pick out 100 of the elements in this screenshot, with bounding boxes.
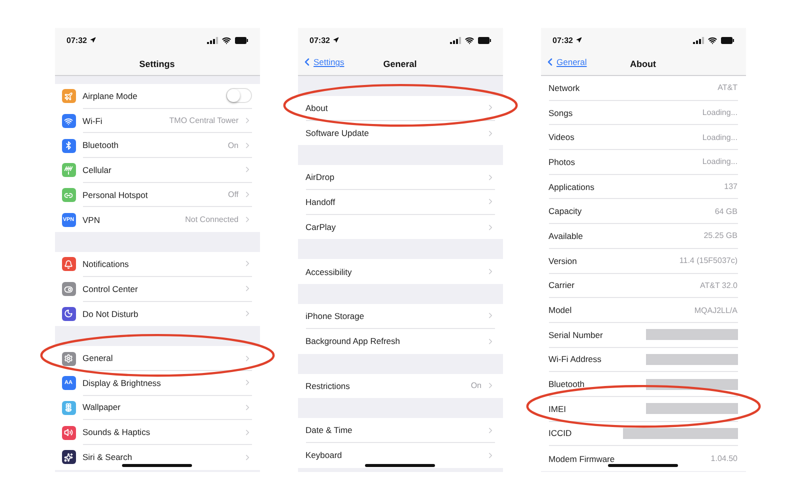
flower-icon [64, 403, 73, 412]
wifi-icon [464, 36, 474, 44]
link-icon [64, 190, 73, 200]
row-value: Loading... [702, 108, 738, 118]
row-value: AT&T 32.0 [700, 280, 738, 290]
row-label: Date & Time [306, 425, 354, 436]
status-time: 07:32 [310, 36, 330, 44]
signal-icon [692, 36, 704, 44]
nav-title: About [630, 58, 656, 68]
row-value: 137 [724, 182, 738, 192]
bluetooth-icon [64, 141, 73, 150]
settings-row[interactable]: Cellular [54, 158, 260, 183]
row-label: Photos [548, 156, 576, 167]
row-label: Siri & Search [82, 452, 134, 462]
row-value: TMO Central Tower [169, 116, 238, 126]
settings-row[interactable]: Personal Hotspot Off [54, 182, 260, 208]
home-indicator [608, 464, 678, 467]
settings-row[interactable]: Restrictions On [298, 374, 502, 398]
signal-icon [450, 36, 460, 44]
wifi-icon [64, 116, 73, 126]
row-value: Not Connected [185, 215, 238, 224]
settings-row[interactable]: Siri & Search [54, 444, 260, 470]
row-value: 64 GB [714, 206, 738, 216]
row-label: Wi-Fi [82, 116, 104, 126]
settings-row[interactable]: Sounds & Haptics [54, 420, 260, 445]
row-label: ICCID [548, 428, 573, 438]
row-label: Cellular [82, 164, 112, 175]
nav-title: Settings [139, 58, 175, 68]
row-label: Available [548, 230, 584, 241]
row-value: 11.4 (15F5037c) [679, 256, 738, 266]
row-label: Wi-Fi Address [548, 354, 602, 364]
settings-row[interactable]: Handoff [298, 190, 502, 215]
row-value: On [470, 381, 482, 390]
row-value: MQAJ2LL/A [694, 306, 738, 315]
back-link[interactable]: General [544, 56, 587, 68]
toggle-switch[interactable] [226, 88, 252, 104]
row-label: Bluetooth [548, 379, 586, 390]
settings-row[interactable]: Do Not Disturb [54, 302, 260, 326]
row-label: Applications [548, 182, 596, 192]
row-value: 1.04.50 [710, 454, 738, 464]
location-icon [576, 37, 582, 43]
settings-row[interactable]: AirDrop [298, 165, 502, 190]
row-label: Network [548, 82, 581, 93]
settings-row[interactable]: Bluetooth On [54, 133, 260, 158]
row-value: Loading... [702, 157, 738, 166]
settings-row[interactable]: Wallpaper [54, 396, 260, 420]
row-label: Serial Number [548, 330, 604, 340]
settings-row[interactable]: Keyboard [298, 442, 502, 468]
row-label: IMEI [548, 404, 567, 414]
back-link[interactable]: Settings [300, 56, 344, 68]
row-label: iPhone Storage [306, 310, 366, 321]
row-label: Handoff [306, 196, 336, 207]
settings-row[interactable]: Notifications [54, 252, 260, 277]
row-label: CarPlay [306, 222, 337, 232]
nav-title: General [383, 58, 417, 68]
settings-row[interactable]: Background App Refresh [298, 328, 502, 354]
speaker-icon [64, 428, 73, 438]
settings-row[interactable]: iPhone Storage [298, 304, 502, 329]
row-label: Sounds & Haptics [82, 427, 152, 438]
status-time: 07:32 [552, 36, 573, 44]
row-label: Videos [548, 132, 576, 142]
home-indicator [122, 464, 192, 467]
row-label: Modem Firmware [548, 454, 616, 464]
signal-icon [206, 36, 218, 44]
row-label: Capacity [548, 206, 583, 216]
antenna-icon [64, 166, 73, 175]
settings-row[interactable]: Wi-Fi TMO Central Tower [54, 108, 260, 134]
settings-row[interactable]: Airplane Mode [54, 84, 260, 109]
row-label: About [306, 102, 329, 113]
settings-row[interactable]: Software Update [298, 120, 502, 146]
row-label: Display & Brightness [82, 378, 162, 388]
airplane-icon [64, 92, 73, 101]
row-label: VPN [82, 214, 101, 225]
row-label: Background App Refresh [306, 336, 402, 346]
battery-icon [478, 36, 490, 44]
settings-row[interactable]: Date & Time [298, 418, 502, 443]
row-label: Notifications [82, 258, 130, 269]
battery-icon [720, 36, 734, 44]
wifi-icon [708, 36, 716, 44]
row-label: Bluetooth [82, 140, 120, 150]
wifi-icon [222, 36, 230, 44]
row-label: Songs [548, 108, 574, 118]
location-icon [90, 37, 96, 43]
settings-row[interactable]: CarPlay [298, 214, 502, 240]
row-label: Personal Hotspot [82, 190, 149, 200]
status-time: 07:32 [66, 36, 87, 44]
settings-row[interactable]: About [298, 96, 502, 121]
row-value: 25.25 GB [704, 231, 738, 240]
row-label: Wallpaper [82, 402, 122, 412]
bell-icon [64, 260, 73, 269]
settings-row[interactable]: Accessibility [298, 259, 502, 284]
row-label: General [82, 353, 114, 364]
row-label: AirDrop [306, 172, 336, 182]
settings-row[interactable]: Control Center [54, 276, 260, 302]
row-label: Restrictions [306, 380, 351, 391]
settings-row[interactable]: General [54, 346, 260, 371]
row-label: Do Not Disturb [82, 308, 140, 319]
row-label: Version [548, 256, 578, 266]
row-value: On [228, 140, 238, 150]
moon-icon [64, 309, 73, 318]
